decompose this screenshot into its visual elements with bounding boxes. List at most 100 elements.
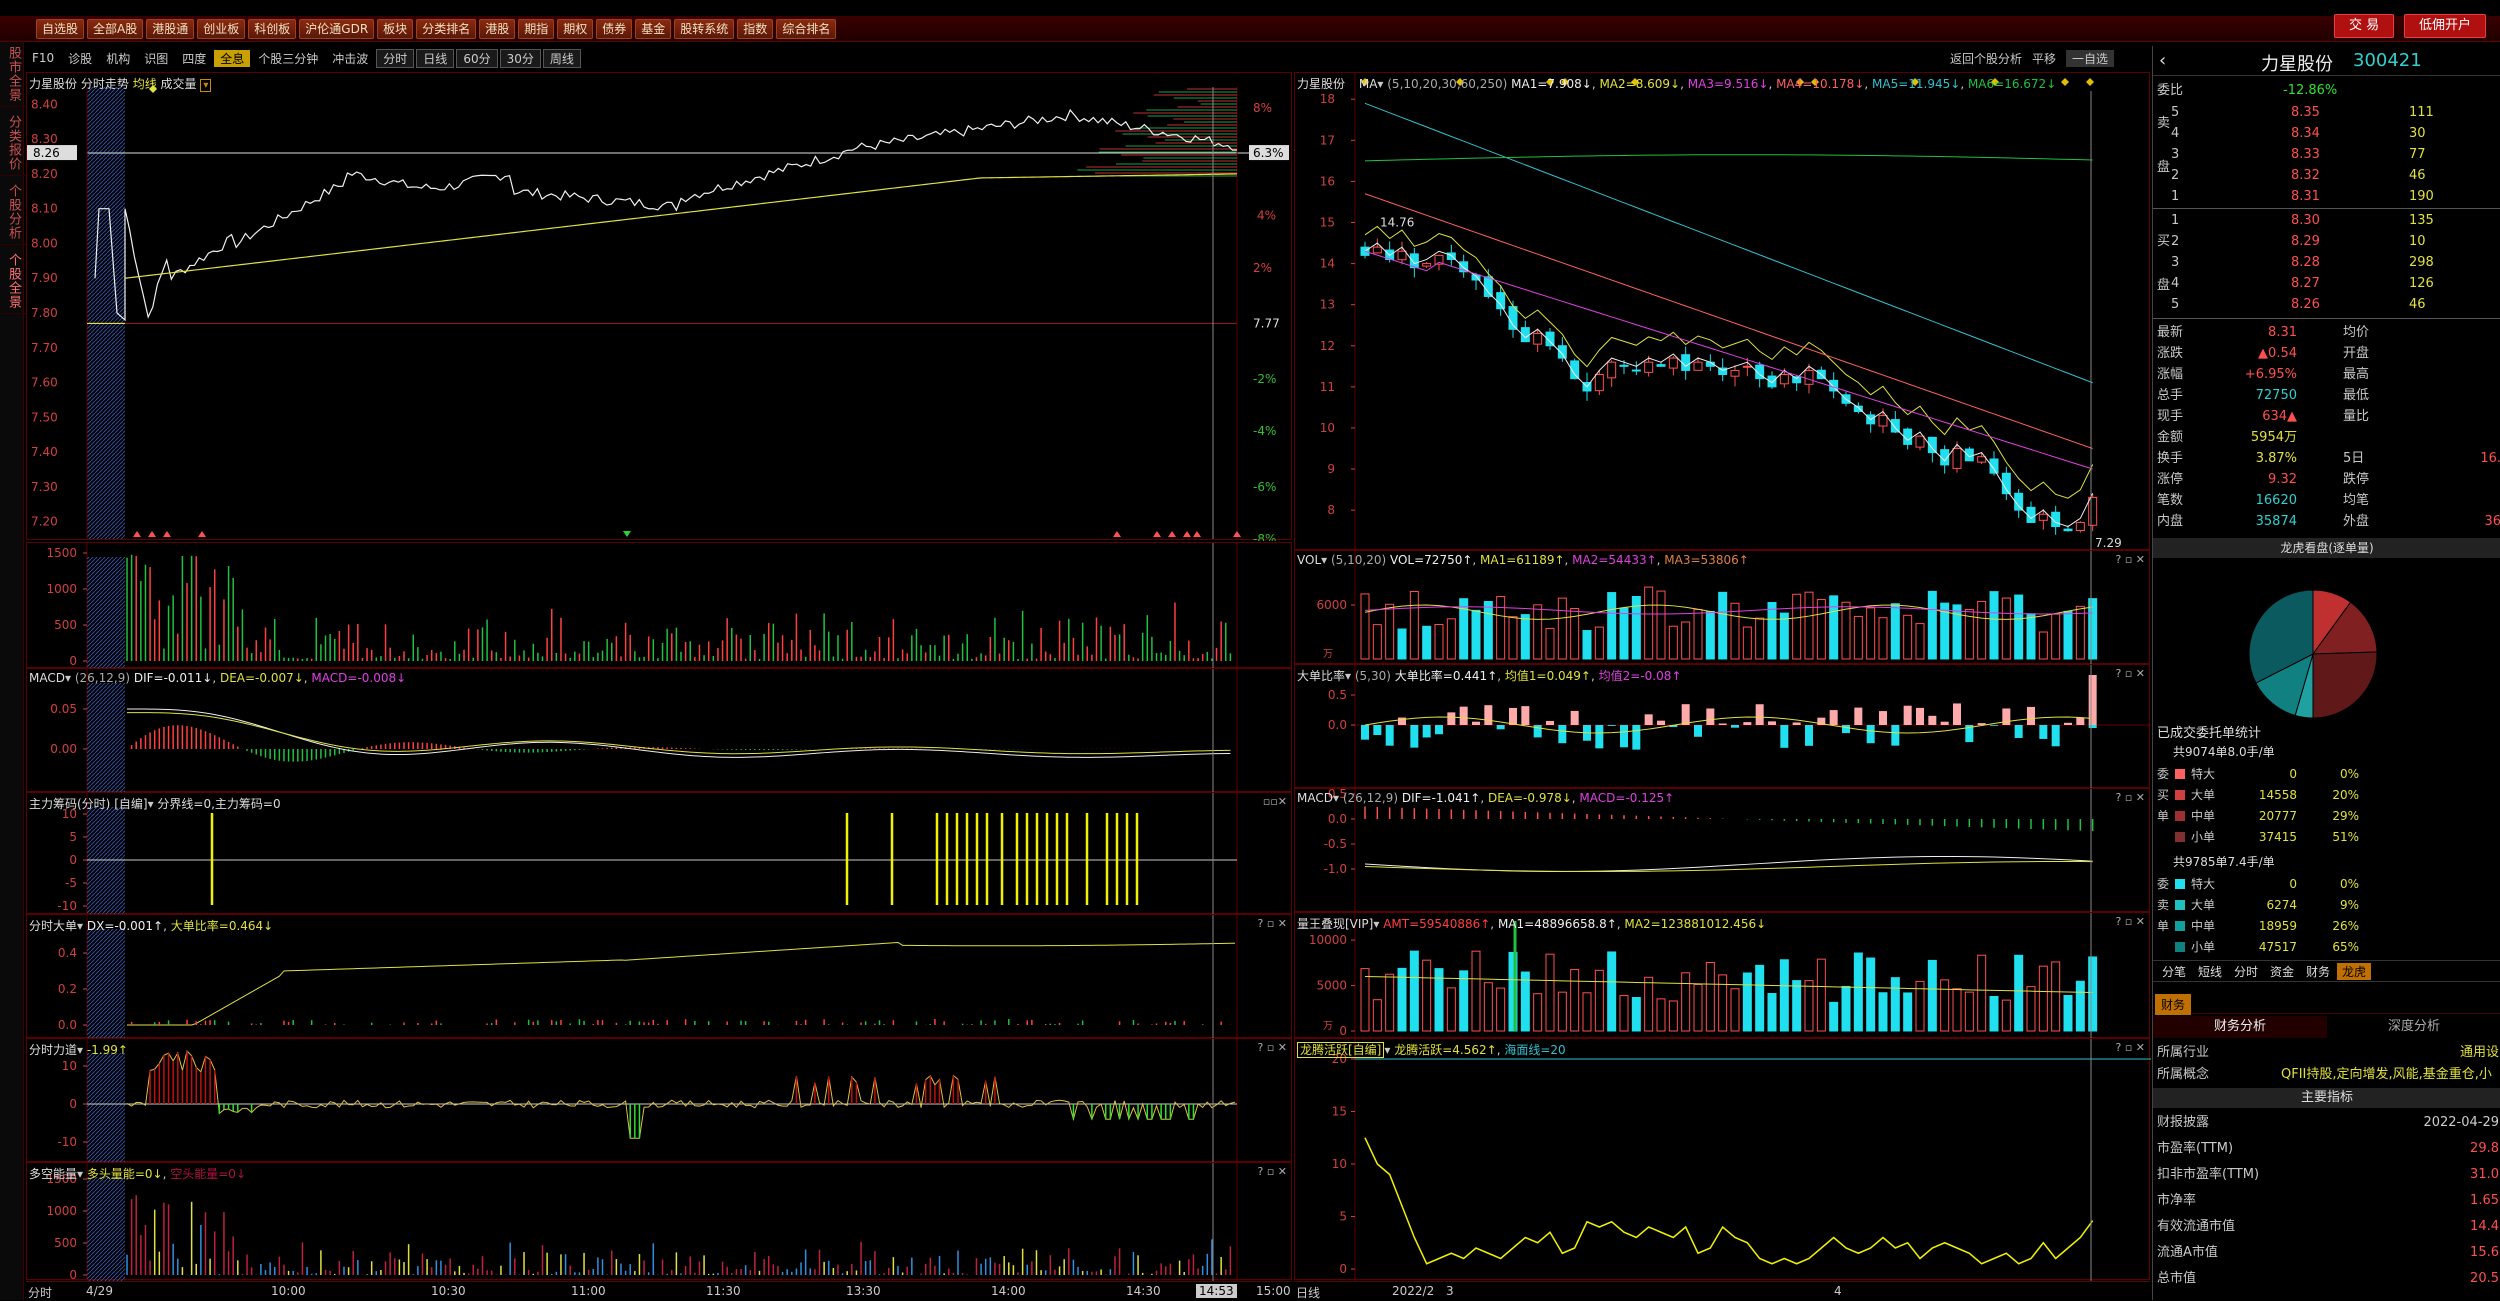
lthy-name[interactable]: 龙腾活跃[自编] bbox=[1297, 1042, 1385, 1058]
main-chips-panel: 主力筹码(分时) [自编]▾ 分界线=0,主力筹码=0 ▫▫✕ 10 5 0 -5 -1… bbox=[26, 792, 1292, 915]
trade-button[interactable]: 交 易 bbox=[2334, 14, 2395, 38]
auction-area bbox=[87, 1053, 125, 1163]
subbar-item-8[interactable]: 分时 bbox=[376, 48, 415, 68]
finance-value: 31.0 bbox=[2470, 1167, 2499, 1182]
lzd-name[interactable]: 量王叠现[VIP] bbox=[1297, 917, 1373, 931]
force-name[interactable]: 分时力道 bbox=[29, 1043, 77, 1057]
period-dropdown[interactable]: 分时 bbox=[28, 1284, 52, 1301]
lthy-ctrl-icon[interactable]: ? ▫ ✕ bbox=[2115, 1041, 2145, 1054]
back-to-analysis-link[interactable]: 返回个股分析 bbox=[1950, 50, 2022, 67]
side-tab-0[interactable]: 分笔 bbox=[2157, 963, 2191, 980]
toolbar-item-14[interactable]: 指数 bbox=[737, 18, 774, 39]
finance-analysis-tab[interactable]: 财务分析 bbox=[2153, 1016, 2327, 1038]
subbar-item-11[interactable]: 30分 bbox=[499, 48, 541, 68]
toolbar-item-11[interactable]: 债券 bbox=[596, 18, 633, 39]
panel-help-close-icon-2[interactable]: ? ▫ ✕ bbox=[1257, 1041, 1287, 1054]
quote-label: 金额 bbox=[2157, 430, 2184, 445]
y-label: 1500 bbox=[46, 546, 77, 560]
toolbar-item-3[interactable]: 创业板 bbox=[197, 18, 246, 39]
side-tab-2[interactable]: 分时 bbox=[2229, 963, 2263, 980]
ddbl-bar bbox=[1866, 725, 1875, 744]
dragon-active-panel: 龙腾活跃[自编] ▾ 龙腾活跃=4.562↑, 海面线=20 ? ▫ ✕ 20 15… bbox=[1294, 1038, 2151, 1281]
panel-help-close-icon-3[interactable]: ? ▫ ✕ bbox=[1257, 1165, 1287, 1178]
vtab-category[interactable]: 分类报价 bbox=[0, 111, 27, 176]
kmacd-name[interactable]: MACD bbox=[1297, 791, 1333, 805]
toolbar-item-8[interactable]: 港股 bbox=[479, 18, 516, 39]
kmacd-ctrl-icon[interactable]: ? ▫ ✕ bbox=[2115, 791, 2145, 804]
intraday-macd-panel: MACD▾ (26,12,9) DIF=-0.011↓, DEA=-0.007↓… bbox=[26, 668, 1292, 793]
pan-toggle[interactable]: 平移 bbox=[2032, 50, 2056, 67]
finance-tab[interactable]: 财务 bbox=[2155, 994, 2192, 1015]
deep-analysis-tab[interactable]: 深度分析 bbox=[2327, 1016, 2500, 1038]
finance-label: 总市值 bbox=[2157, 1271, 2197, 1286]
subbar-item-7[interactable]: 冲击波 bbox=[326, 50, 374, 67]
lzd-bar bbox=[2088, 956, 2098, 1032]
subbar-item-12[interactable]: 周线 bbox=[542, 48, 581, 68]
ddbl-bar bbox=[1694, 725, 1702, 737]
side-tab-3[interactable]: 资金 bbox=[2265, 963, 2299, 980]
lzd-bar bbox=[1940, 979, 1950, 1032]
subbar-item-1[interactable]: 诊股 bbox=[62, 50, 98, 67]
margin-open-account-button[interactable]: 低佣开户 bbox=[2404, 14, 2487, 38]
sell-swatch bbox=[2175, 900, 2185, 910]
toolbar-item-10[interactable]: 期权 bbox=[557, 18, 594, 39]
toolbar-item-6[interactable]: 板块 bbox=[377, 18, 414, 39]
bid-row[interactable]: 5 8.26 46 bbox=[2153, 294, 2500, 315]
subbar-item-10[interactable]: 60分 bbox=[456, 48, 498, 68]
sell-total-row: 共9785单7.4手/单 bbox=[2153, 852, 2500, 873]
kmacd-svg: 0.50.0-0.5-1.0 bbox=[1324, 787, 2094, 913]
big-order-name[interactable]: 分时大单 bbox=[29, 919, 77, 933]
intraday-price-panel[interactable]: 力星股份 分时走势 均线 成交量 ▾ 8.40 8.30 8.20 8.10 8.00 7… bbox=[26, 72, 1292, 541]
subbar-item-0[interactable]: F10 bbox=[26, 51, 60, 65]
vtab-stock-panorama[interactable]: 个股全景 bbox=[0, 249, 27, 314]
toolbar-item-2[interactable]: 港股通 bbox=[146, 18, 195, 39]
toolbar-item-4[interactable]: 科创板 bbox=[248, 18, 297, 39]
kvol-name[interactable]: VOL bbox=[1297, 553, 1321, 567]
back-icon[interactable]: ‹ bbox=[2159, 50, 2166, 71]
energy-name[interactable]: 多空能量 bbox=[29, 1167, 77, 1181]
kvol-ctrl-icon[interactable]: ? ▫ ✕ bbox=[2115, 553, 2145, 566]
side-tab-5[interactable]: 龙虎 bbox=[2337, 963, 2372, 980]
panel-close-icon[interactable]: ▫▫✕ bbox=[1263, 795, 1287, 808]
lzd-ctrl-icon[interactable]: ? ▫ ✕ bbox=[2115, 915, 2145, 928]
subbar-item-5[interactable]: 全息 bbox=[214, 49, 251, 67]
toolbar-item-15[interactable]: 综合排名 bbox=[776, 18, 837, 39]
kline-panel[interactable]: 力星股份 MA▾ (5,10,20,30,60,250) MA1=7.908↓,… bbox=[1294, 72, 2150, 551]
toolbar-item-5[interactable]: 沪伦通GDR bbox=[299, 18, 375, 39]
subbar-item-4[interactable]: 四度 bbox=[176, 50, 212, 67]
ask-row[interactable]: 1 8.31 190 bbox=[2153, 186, 2500, 207]
subbar-item-3[interactable]: 识图 bbox=[138, 50, 174, 67]
candle-body bbox=[2075, 521, 2085, 532]
main-index-header: 主要指标 bbox=[2153, 1088, 2500, 1108]
toolbar-item-7[interactable]: 分类排名 bbox=[416, 18, 477, 39]
ddbl-name[interactable]: 大单比率 bbox=[1297, 669, 1345, 683]
toolbar-item-13[interactable]: 股转系统 bbox=[674, 18, 735, 39]
kline-ma-label[interactable]: MA bbox=[1359, 77, 1378, 91]
lzd-bar bbox=[1730, 988, 1740, 1032]
watchlist-dropdown[interactable]: 一自选 bbox=[2066, 50, 2115, 67]
industry-value[interactable]: 通用设 bbox=[2460, 1042, 2499, 1063]
subbar-item-9[interactable]: 日线 bbox=[416, 48, 455, 68]
toolbar-item-9[interactable]: 期指 bbox=[518, 18, 555, 39]
panel-help-close-icon[interactable]: ? ▫ ✕ bbox=[1257, 917, 1287, 930]
vtab-stock-analysis[interactable]: 个股分析 bbox=[0, 180, 27, 245]
toolbar-item-1[interactable]: 全部A股 bbox=[87, 18, 144, 39]
lzd-title: 量王叠现[VIP]▾ AMT=59540886↑, MA1=48896658.8… bbox=[1297, 917, 1767, 931]
toolbar-item-0[interactable]: 自选股 bbox=[36, 18, 85, 39]
toolbar-item-12[interactable]: 基金 bbox=[635, 18, 672, 39]
concept-value[interactable]: QFII持股,定向增发,风能,基金重仓,小 bbox=[2281, 1064, 2492, 1085]
subbar-item-6[interactable]: 个股三分钟 bbox=[252, 50, 324, 67]
subbar-item-2[interactable]: 机构 bbox=[100, 50, 136, 67]
vtab-market[interactable]: 股市全景 bbox=[0, 42, 27, 107]
ddbl-ctrl-icon[interactable]: ? ▫ ✕ bbox=[2115, 667, 2145, 680]
bid-row[interactable]: 3 8.28 298 bbox=[2153, 252, 2500, 273]
kline-period-dropdown[interactable]: 日线 bbox=[1296, 1284, 1320, 1301]
bid-row[interactable]: 1 8.30 135 bbox=[2153, 210, 2500, 231]
side-tab-1[interactable]: 短线 bbox=[2193, 963, 2227, 980]
y-label: 0 bbox=[69, 654, 77, 668]
macd-name[interactable]: MACD bbox=[29, 671, 65, 685]
ma-line-5 bbox=[1364, 102, 2093, 384]
view-switch-bar: F10 诊股 机构 识图 四度 全息 个股三分钟 冲击波 分时 日线 60分 30分 周线 bbox=[26, 46, 1292, 70]
kvol-bar bbox=[1989, 591, 1999, 660]
side-tab-4[interactable]: 财务 bbox=[2301, 963, 2335, 980]
